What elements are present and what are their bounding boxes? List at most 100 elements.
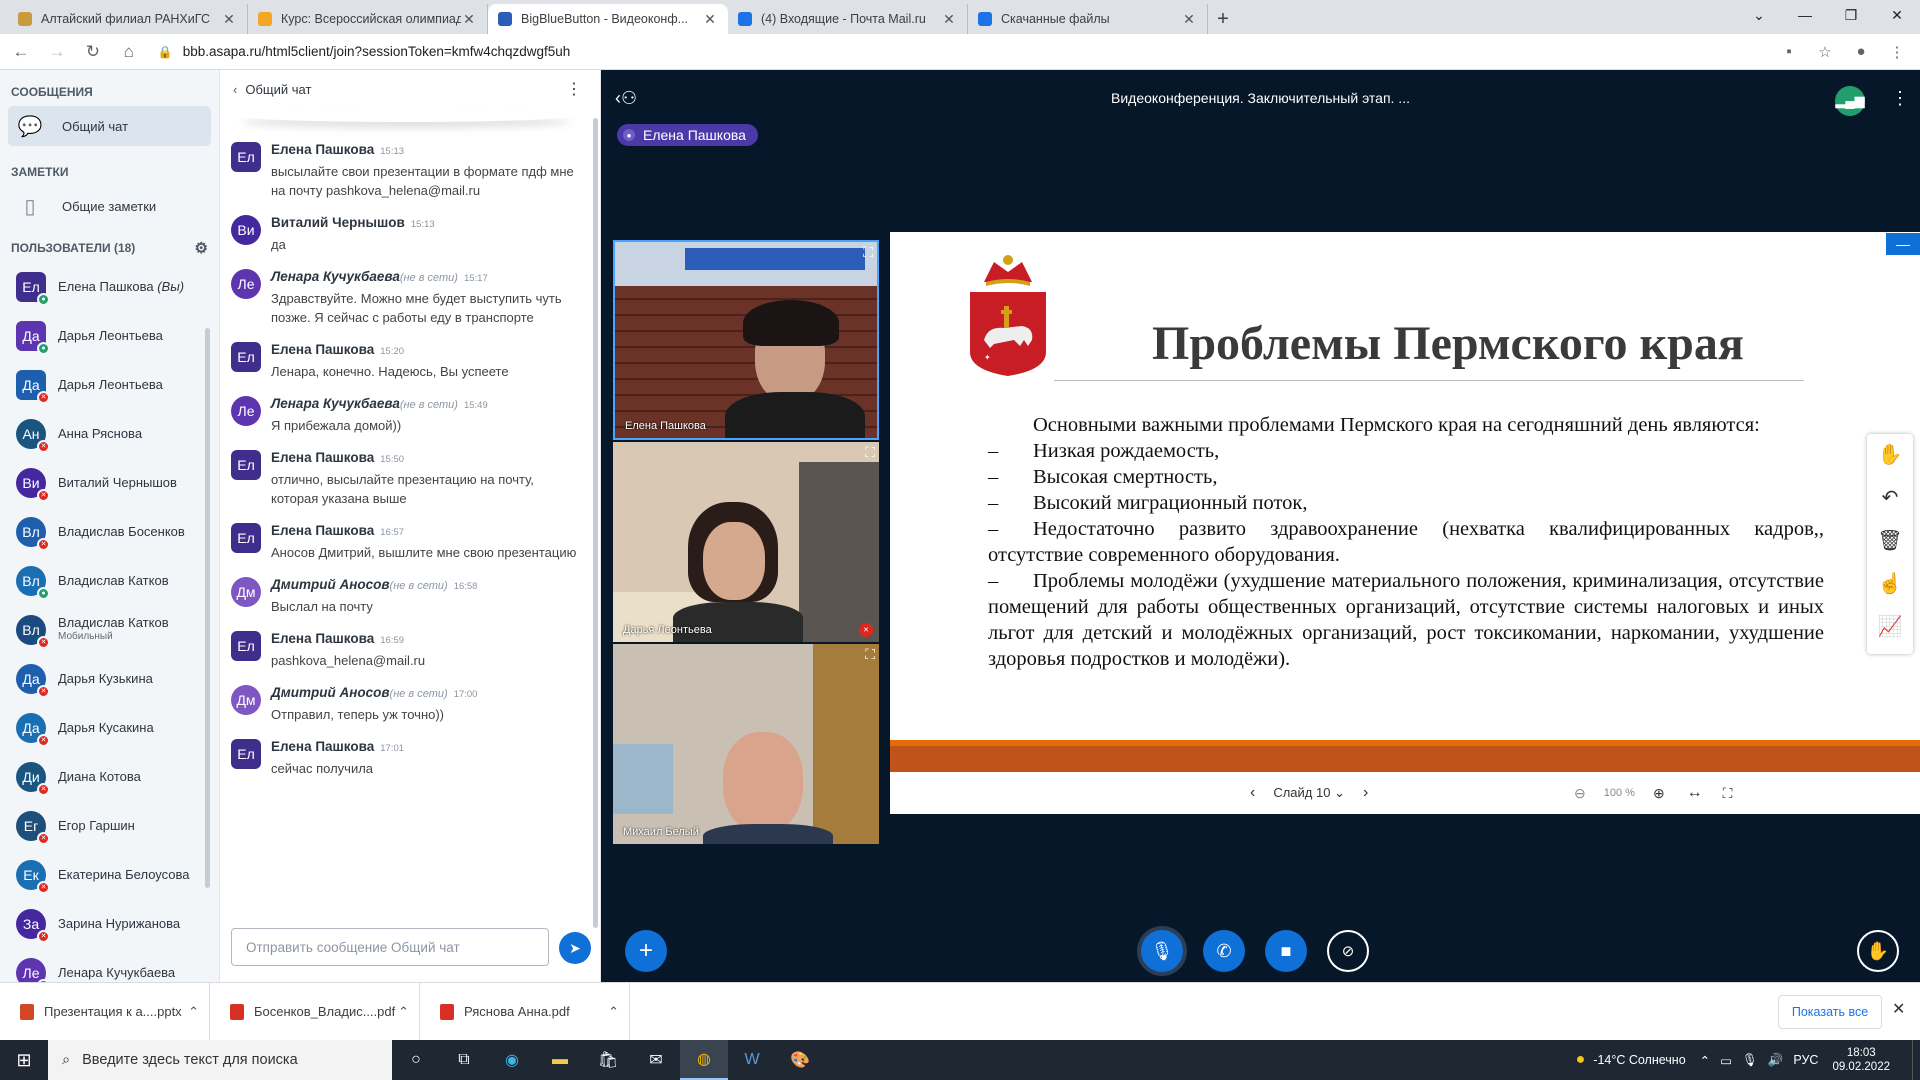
close-tab-icon[interactable]: ✕ <box>702 11 718 28</box>
close-tab-icon[interactable]: ✕ <box>461 11 477 28</box>
user-list-item[interactable]: Да ✕ Дарья Леонтьева <box>0 360 219 409</box>
audio-phone-button[interactable]: ✆ <box>1203 930 1245 972</box>
back-button[interactable]: ← <box>6 37 36 67</box>
clock[interactable]: 18:03 09.02.2022 <box>1832 1046 1890 1074</box>
maximize-button[interactable]: ❐ <box>1828 0 1874 30</box>
user-list-item[interactable]: Ег ✕ Егор Гаршин <box>0 801 219 850</box>
user-list-item[interactable]: Ек ✕ Екатерина Белоусова <box>0 850 219 899</box>
user-list-item[interactable]: Вл ● Владислав Катков <box>0 556 219 605</box>
webcam-tile[interactable]: ⛶ Елена Пашкова <box>613 240 879 440</box>
show-all-downloads-button[interactable]: Показать все <box>1778 995 1882 1029</box>
download-item[interactable]: Босенков_Владис....pdf ⌃ <box>210 982 420 1041</box>
send-button[interactable]: ➤ <box>559 932 591 964</box>
shared-notes-item[interactable]: ▯ Общие заметки <box>8 186 211 226</box>
home-button[interactable]: ⌂ <box>114 37 144 67</box>
user-list-item[interactable]: Да ✕ Дарья Кузькина <box>0 654 219 703</box>
windows-start-icon[interactable]: ⊞ <box>0 1040 48 1080</box>
close-tab-icon[interactable]: ✕ <box>221 11 237 28</box>
user-list-scrollbar[interactable] <box>205 328 210 888</box>
camera-blocked-icon[interactable]: ▪ <box>1774 37 1804 67</box>
user-list-item[interactable]: Вл ✕ Владислав Катков Мобильный <box>0 605 219 654</box>
user-list-item[interactable]: Ви ✕ Виталий Чернышов <box>0 458 219 507</box>
close-tab-icon[interactable]: ✕ <box>1181 11 1197 28</box>
user-list-item[interactable]: Да ● Дарья Леонтьева <box>0 311 219 360</box>
cortana-icon[interactable]: ○ <box>392 1040 440 1080</box>
chevron-up-icon[interactable]: ⌃ <box>608 1004 619 1020</box>
profile-icon[interactable]: ● <box>1846 37 1876 67</box>
fullscreen-icon[interactable]: ⛶ <box>865 646 875 663</box>
browser-menu-icon[interactable]: ⋮ <box>1882 37 1912 67</box>
browser-tab[interactable]: (4) Входящие - Почта Mail.ru ✕ <box>728 4 968 34</box>
chat-options-icon[interactable]: ⋮ <box>566 79 582 99</box>
zoom-in-icon[interactable]: ⊕ <box>1653 785 1665 802</box>
user-list-item[interactable]: Ан ✕ Анна Ряснова <box>0 409 219 458</box>
webcam-label[interactable]: Елена Пашкова <box>625 420 706 432</box>
task-view-icon[interactable]: ⧉ <box>440 1040 488 1080</box>
webcam-label[interactable]: Михаил Белый <box>623 826 699 838</box>
fit-width-icon[interactable]: ↔ <box>1687 784 1703 802</box>
hand-tool-icon[interactable]: ✋ <box>1867 434 1913 477</box>
user-list-item[interactable]: Ел ● Елена Пашкова (Вы) <box>0 262 219 311</box>
mic-button[interactable]: 🎙 <box>1141 930 1183 972</box>
weather-text[interactable]: -14°C Солнечно <box>1593 1053 1685 1067</box>
zoom-level[interactable]: 100 % <box>1604 787 1635 799</box>
url-field[interactable]: 🔒 bbb.asapa.ru/html5client/join?sessionT… <box>157 37 1775 66</box>
microphone-icon[interactable]: 🎙 <box>1742 1053 1758 1068</box>
chrome-icon[interactable]: ◍ <box>680 1040 728 1080</box>
tab-search-icon[interactable]: ⌄ <box>1736 0 1782 30</box>
browser-tab[interactable]: Скачанные файлы ✕ <box>968 4 1208 34</box>
undo-icon[interactable]: ↶ <box>1867 477 1913 520</box>
chat-title[interactable]: Общий чат <box>245 82 311 97</box>
gear-icon[interactable]: ⚙ <box>195 239 208 257</box>
forward-button[interactable]: → <box>42 37 72 67</box>
browser-tab[interactable]: Курс: Всероссийская олимпиад... ✕ <box>248 4 488 34</box>
paint-icon[interactable]: 🎨 <box>776 1040 824 1080</box>
chevron-up-icon[interactable]: ⌃ <box>1700 1053 1710 1068</box>
network-icon[interactable]: ▭ <box>1720 1053 1732 1068</box>
close-tab-icon[interactable]: ✕ <box>941 11 957 28</box>
close-downloads-icon[interactable]: ✕ <box>1892 999 1905 1019</box>
file-explorer-icon[interactable]: ▬ <box>536 1040 584 1080</box>
browser-tab[interactable]: Алтайский филиал РАНХиГС ✕ <box>8 4 248 34</box>
chat-scrollbar[interactable] <box>593 118 598 928</box>
new-tab-button[interactable]: + <box>1208 4 1238 34</box>
zoom-out-icon[interactable]: ⊖ <box>1574 785 1586 802</box>
screen-share-button[interactable]: ⊘ <box>1327 930 1369 972</box>
volume-icon[interactable]: 🔊 <box>1768 1053 1784 1068</box>
user-list-item[interactable]: Вл ✕ Владислав Босенков <box>0 507 219 556</box>
actions-plus-button[interactable]: + <box>625 930 667 972</box>
language-indicator[interactable]: РУС <box>1793 1053 1818 1067</box>
chevron-up-icon[interactable]: ⌃ <box>398 1004 409 1020</box>
slide-selector[interactable]: Слайд 10 ⌄ <box>1273 785 1345 801</box>
word-icon[interactable]: W <box>728 1040 776 1080</box>
bookmark-star-icon[interactable]: ☆ <box>1810 37 1840 67</box>
connection-status-icon[interactable]: ▂▄▆ <box>1835 86 1865 116</box>
fullscreen-icon[interactable]: ⛶ <box>1723 785 1733 802</box>
chevron-up-icon[interactable]: ⌃ <box>188 1004 199 1020</box>
minimize-button[interactable]: — <box>1782 0 1828 30</box>
user-list-item[interactable]: Да ✕ Дарья Кусакина <box>0 703 219 752</box>
camera-button[interactable]: ■ <box>1265 930 1307 972</box>
edge-icon[interactable]: ◉ <box>488 1040 536 1080</box>
store-icon[interactable]: 🛍 <box>584 1040 632 1080</box>
download-item[interactable]: Ряснова Анна.pdf ⌃ <box>420 982 630 1041</box>
multi-user-icon[interactable]: ☝ <box>1867 563 1913 606</box>
webcam-label[interactable]: Дарья Леонтьева <box>623 624 712 636</box>
next-slide-icon[interactable]: › <box>1363 784 1368 802</box>
reload-button[interactable]: ↻ <box>78 37 108 67</box>
close-window-button[interactable]: ✕ <box>1874 0 1920 30</box>
chevron-left-icon[interactable]: ‹ <box>233 82 237 97</box>
show-desktop-button[interactable] <box>1912 1040 1920 1080</box>
webcam-tile[interactable]: ⛶ Дарья Леонтьева ✕ <box>613 442 879 642</box>
user-list-item[interactable]: Ди ✕ Диана Котова <box>0 752 219 801</box>
download-item[interactable]: Презентация к а....pptx ⌃ <box>0 982 210 1041</box>
chart-icon[interactable]: 📈 <box>1867 606 1913 649</box>
chat-message-input[interactable]: Отправить сообщение Общий чат <box>231 928 549 966</box>
minimize-presentation-button[interactable]: — <box>1886 233 1920 255</box>
prev-slide-icon[interactable]: ‹ <box>1250 784 1255 802</box>
raise-hand-button[interactable]: ✋ <box>1857 930 1899 972</box>
public-chat-item[interactable]: 💬 Общий чат <box>8 106 211 146</box>
user-list-item[interactable]: За ✕ Зарина Нурижанова <box>0 899 219 948</box>
webcam-tile[interactable]: ⛶ Михаил Белый <box>613 644 879 844</box>
browser-tab[interactable]: BigBlueButton - Видеоконф... ✕ <box>488 4 728 34</box>
